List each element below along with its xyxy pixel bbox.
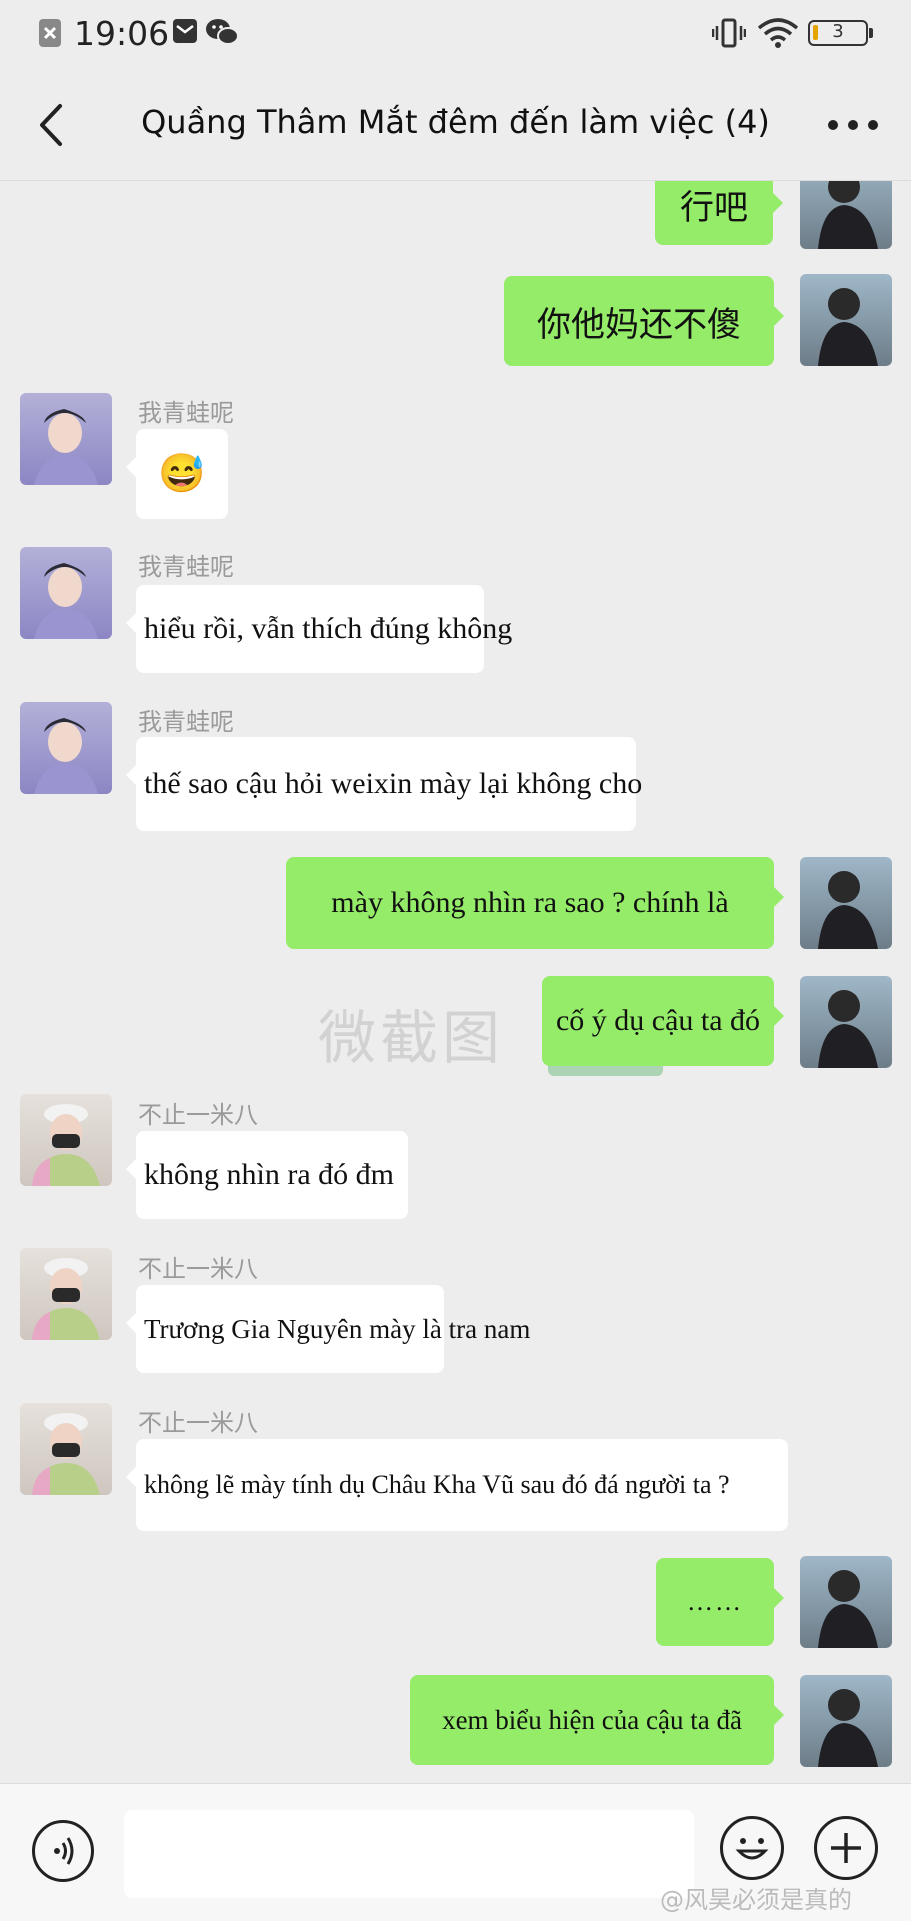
sender-name: 不止一米八: [138, 1409, 258, 1437]
avatar[interactable]: [20, 1248, 112, 1340]
message-bubble[interactable]: thế sao cậu hỏi weixin mày lại không cho: [126, 737, 642, 831]
message-bubble[interactable]: Trương Gia Nguyên mày là tra nam: [126, 1285, 530, 1373]
message-bubble[interactable]: 行吧: [655, 181, 783, 245]
message-bubble[interactable]: mày không nhìn ra sao ? chính là: [286, 857, 784, 949]
message-bubble[interactable]: ……: [656, 1558, 784, 1646]
avatar[interactable]: [800, 181, 892, 249]
sender-name: 我青蛙呢: [138, 399, 234, 427]
chat-header: Quầng Thâm Mắt đêm đến làm việc (4): [0, 70, 911, 181]
chevron-left-icon[interactable]: [28, 98, 78, 152]
battery-icon: 3: [808, 20, 873, 46]
sender-name: 不止一米八: [138, 1255, 258, 1283]
message-list: 行吧 你他妈还不傻 我青蛙呢 😅 我青蛙呢 hiểu rồi, vẫn thíc…: [0, 181, 911, 1781]
sender-name: 我青蛙呢: [138, 553, 234, 581]
sender-name: 我青蛙呢: [138, 708, 234, 736]
message-bubble[interactable]: cố ý dụ cậu ta đó: [542, 976, 784, 1066]
message-bubble[interactable]: không nhìn ra đó đm: [126, 1131, 408, 1219]
more-dots-icon[interactable]: [823, 100, 883, 150]
avatar[interactable]: [800, 274, 892, 366]
plus-icon[interactable]: [814, 1816, 878, 1880]
avatar[interactable]: [800, 857, 892, 949]
battery-level: 3: [832, 21, 844, 42]
wechat-icon: [206, 19, 239, 45]
avatar[interactable]: [800, 976, 892, 1068]
avatar[interactable]: [20, 393, 112, 485]
message-bubble[interactable]: 😅: [126, 429, 228, 519]
footer-watermark: @风昊必须是真的: [660, 1886, 852, 1914]
message-bubble[interactable]: 你他妈还不傻: [504, 276, 784, 366]
vibrate-icon: [712, 18, 746, 48]
status-bar: 19:06 3: [0, 0, 911, 70]
avatar[interactable]: [800, 1675, 892, 1767]
emoji-icon[interactable]: [720, 1816, 784, 1880]
wifi-icon: [757, 18, 799, 48]
message-bubble[interactable]: xem biểu hiện của cậu ta đã: [410, 1675, 784, 1765]
message-input[interactable]: [124, 1810, 694, 1898]
avatar[interactable]: [20, 1094, 112, 1186]
avatar[interactable]: [20, 547, 112, 639]
chat-title: Quầng Thâm Mắt đêm đến làm việc (4): [141, 103, 770, 141]
avatar[interactable]: [20, 1403, 112, 1495]
voice-icon[interactable]: [32, 1820, 94, 1882]
status-time: 19:06: [74, 14, 170, 53]
mail-icon: [173, 19, 197, 43]
avatar[interactable]: [800, 1556, 892, 1648]
message-bubble[interactable]: không lẽ mày tính dụ Châu Kha Vũ sau đó …: [126, 1439, 788, 1531]
watermark-text: 微截图: [318, 1004, 505, 1072]
close-box-icon: [39, 19, 61, 47]
avatar[interactable]: [20, 702, 112, 794]
message-bubble[interactable]: hiểu rồi, vẫn thích đúng không: [126, 585, 512, 673]
sender-name: 不止一米八: [138, 1101, 258, 1129]
